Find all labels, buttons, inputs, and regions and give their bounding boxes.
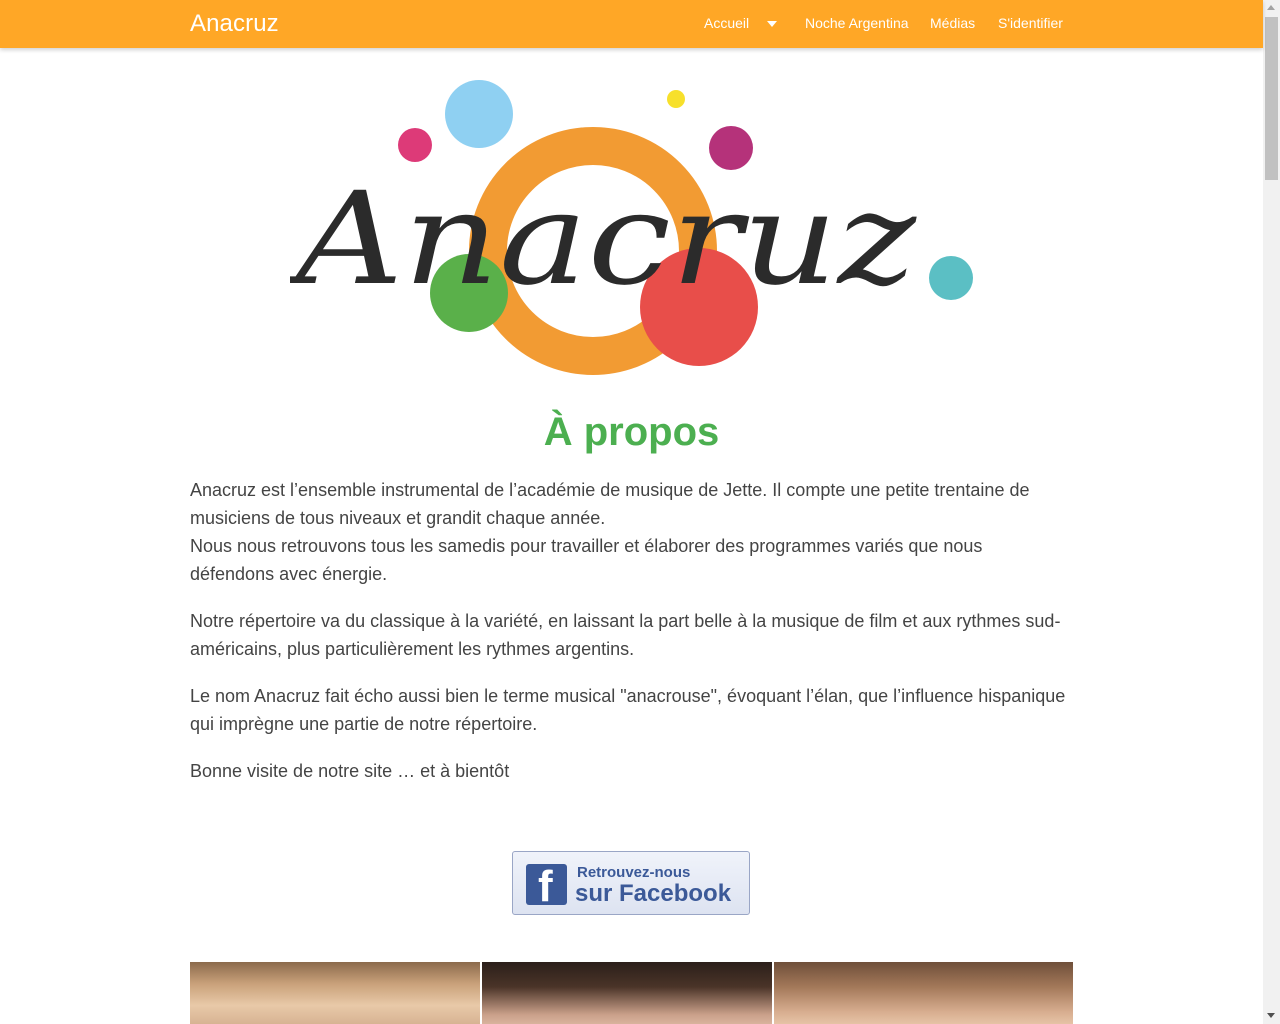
about-paragraph-2: Notre répertoire va du classique à la va… bbox=[190, 611, 1061, 659]
nav-item-medias[interactable]: Médias bbox=[930, 15, 975, 31]
about-paragraph-3: Le nom Anacruz fait écho aussi bien le t… bbox=[190, 686, 1066, 734]
member-photo[interactable] bbox=[190, 962, 480, 1024]
facebook-icon-letter: f bbox=[538, 864, 553, 906]
member-photo[interactable] bbox=[482, 962, 772, 1024]
anacruz-logo: Anacruz bbox=[290, 80, 973, 375]
scroll-thumb[interactable] bbox=[1265, 17, 1278, 180]
facebook-button-line-1: Retrouvez-nous bbox=[577, 864, 691, 881]
top-navbar: Anacruz Accueil Noche Argentina Médias S… bbox=[0, 0, 1263, 48]
facebook-button[interactable]: f Retrouvez-nous sur Facebook bbox=[512, 851, 750, 915]
vertical-scrollbar[interactable] bbox=[1263, 0, 1280, 1024]
page-title: À propos bbox=[543, 410, 720, 454]
nav-item-noche-argentina[interactable]: Noche Argentina bbox=[805, 15, 909, 31]
facebook-icon: f bbox=[526, 864, 567, 905]
logo-purple-circle bbox=[709, 126, 753, 170]
logo-magenta-circle bbox=[398, 128, 432, 162]
nav-item-accueil[interactable]: Accueil bbox=[704, 15, 749, 31]
member-photo[interactable] bbox=[774, 962, 1073, 1024]
scroll-up-arrow-icon[interactable] bbox=[1267, 5, 1275, 10]
logo-lightblue-circle bbox=[445, 80, 513, 148]
about-content: Anacruz est l’ensemble instrumental de l… bbox=[190, 476, 1066, 804]
scroll-down-arrow-icon[interactable] bbox=[1267, 1013, 1275, 1018]
logo-yellow-dot bbox=[667, 90, 685, 108]
logo-teal-circle bbox=[929, 256, 973, 300]
about-paragraph-4: Bonne visite de notre site … et à bientô… bbox=[190, 761, 510, 781]
about-paragraph-1-line-1: Anacruz est l’ensemble instrumental de l… bbox=[190, 480, 1030, 528]
brand-link[interactable]: Anacruz bbox=[190, 10, 279, 38]
member-photos-row bbox=[190, 962, 1073, 1024]
caret-down-icon[interactable] bbox=[767, 21, 777, 27]
facebook-button-line-2: sur Facebook bbox=[575, 880, 732, 907]
about-paragraph-1: Anacruz est l’ensemble instrumental de l… bbox=[190, 476, 1066, 588]
about-paragraph-1-line-2: Nous nous retrouvons tous les samedis po… bbox=[190, 536, 983, 584]
logo-wordmark: Anacruz bbox=[290, 165, 918, 314]
nav-item-sidentifier[interactable]: S'identifier bbox=[998, 15, 1063, 31]
